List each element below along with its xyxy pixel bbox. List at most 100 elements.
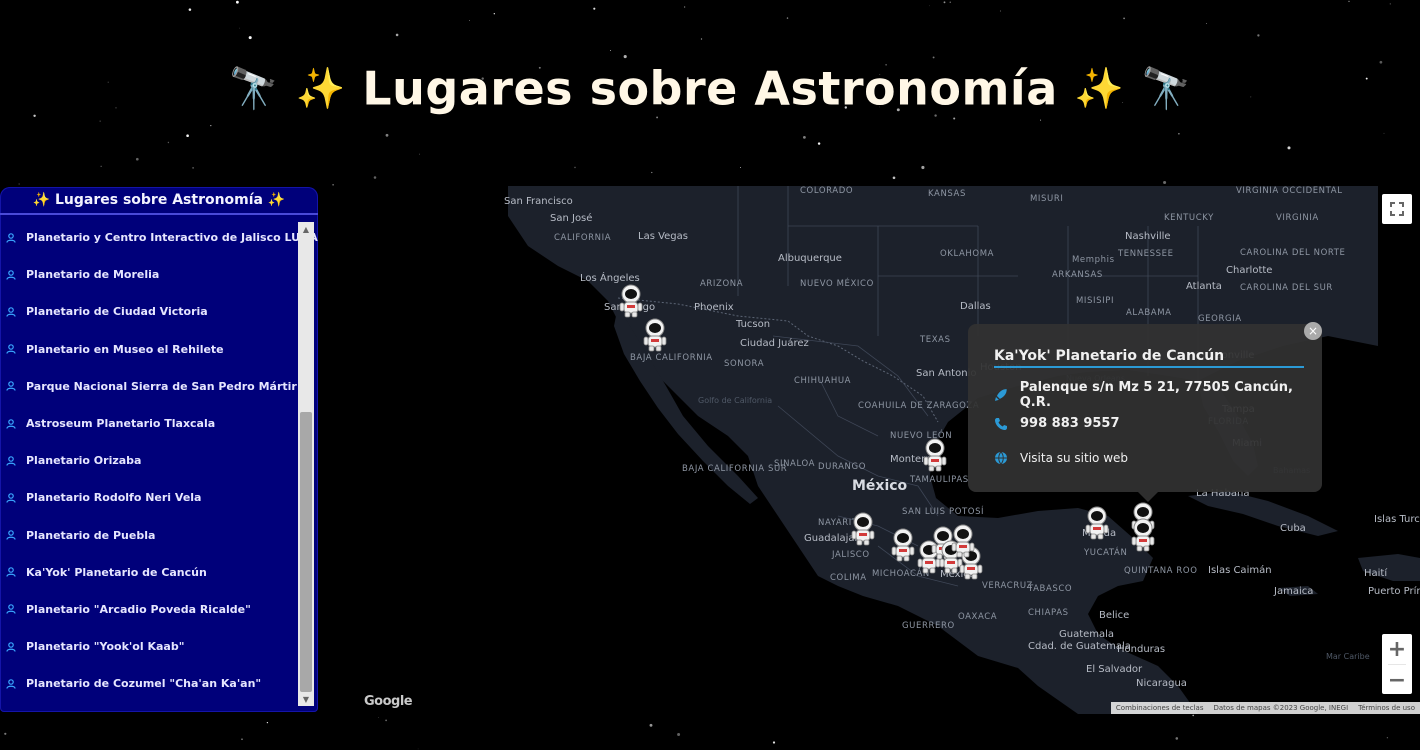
fullscreen-button[interactable]: [1382, 194, 1412, 224]
map-state-label-sonora: SONORA: [724, 359, 765, 369]
map-label-dallas: Dallas: [960, 301, 991, 312]
astronaut-marker-icon[interactable]: [950, 524, 976, 558]
google-logo[interactable]: Google: [364, 694, 413, 709]
sidebar-item-label: Planetario de Cozumel "Cha'an Ka'an": [26, 677, 262, 691]
map-label-las-vegas: Las Vegas: [638, 231, 688, 242]
zoom-control: + −: [1382, 634, 1412, 694]
sidebar-item-label: Planetario en Museo el Rehilete: [26, 342, 224, 356]
place-address: Palenque s/n Mz 5 21, 77505 Cancún, Q.R.: [1019, 380, 1293, 410]
map-state-label-carolina-norte: CAROLINA DEL NORTE: [1240, 248, 1346, 258]
astronaut-marker-icon[interactable]: [1130, 518, 1156, 552]
astronaut-marker-icon[interactable]: [1084, 506, 1110, 540]
scroll-up-arrow-icon[interactable]: ▲: [298, 222, 314, 236]
astronaut-marker-icon[interactable]: [890, 528, 916, 562]
map-label-phoenix: Phoenix: [694, 302, 734, 313]
scroll-down-arrow-icon[interactable]: ▼: [298, 692, 314, 706]
scrollbar-thumb[interactable]: [300, 412, 312, 692]
place-info-window: × Ka'Yok' Planetario de Cancún Palenque …: [968, 322, 1322, 502]
sidebar-item-label: Ka'Yok' Planetario de Cancún: [26, 565, 207, 579]
person-pin-icon: [6, 604, 16, 615]
person-pin-icon: [6, 493, 16, 503]
map-attribution: Combinaciones de teclas Datos de mapas ©…: [1110, 702, 1420, 714]
map-data-attribution: Datos de mapas ©2023 Google, INEGI: [1213, 704, 1349, 712]
sidebar-item-label: Planetario de Puebla: [26, 528, 156, 542]
map-state-label-oklahoma: OKLAHOMA: [940, 249, 995, 259]
astronaut-marker-icon[interactable]: [618, 284, 644, 318]
map-state-label-colima: COLIMA: [830, 573, 867, 583]
map-label-nicaragua: Nicaragua: [1136, 678, 1187, 689]
sidebar-item[interactable]: Planetario de Ciudad Victoria: [0, 293, 296, 330]
person-pin-icon: [6, 232, 16, 243]
terms-of-use-link[interactable]: Términos de uso: [1353, 702, 1420, 714]
map-state-label-sinaloa: SINALOA: [774, 459, 816, 469]
person-pin-icon: [6, 269, 16, 280]
map-state-label-misuri: MISURI: [1030, 194, 1064, 204]
astronaut-marker-icon[interactable]: [850, 512, 876, 546]
map-view[interactable]: Sacramento San Francisco San José Las Vegas…: [318, 186, 1420, 714]
sidebar-item[interactable]: Planetario y Centro Interactivo de Jalis…: [0, 219, 318, 256]
person-pin-icon: [6, 381, 16, 392]
map-state-label-california: CALIFORNIA: [554, 233, 612, 243]
rocket-icon: [994, 389, 1007, 401]
zoom-out-button[interactable]: −: [1382, 665, 1412, 695]
person-pin-icon: [6, 455, 16, 466]
sidebar-item-label: Planetario "Yook'ol Kaab": [26, 640, 185, 654]
page-title: 🔭 ✨ Lugares sobre Astronomía ✨ 🔭: [0, 58, 1420, 116]
website-link[interactable]: Visita su sitio web: [1020, 451, 1128, 465]
astronaut-marker-icon[interactable]: [922, 438, 948, 472]
map-label-islas-turcas: Islas Turcas y Caicos: [1374, 514, 1420, 525]
map-label-guatemala: Guatemala: [1059, 629, 1115, 640]
map-label-ciudad-juarez: Ciudad Juárez: [740, 338, 809, 349]
place-address-row: Palenque s/n Mz 5 21, 77505 Cancún, Q.R.: [994, 380, 1322, 410]
map-label-puerto-principe: Puerto Príncipe: [1368, 586, 1420, 597]
person-pin-icon: [6, 641, 16, 652]
place-phone: 998 883 9557: [1020, 416, 1120, 431]
map-state-label-guerrero: GUERRERO: [902, 621, 955, 631]
telescope-icon: 🔭: [228, 66, 279, 112]
map-state-label-durango: DURANGO: [818, 462, 866, 472]
person-pin-icon: [6, 344, 16, 354]
sidebar-item[interactable]: Ka'Yok' Planetario de Cancún: [0, 554, 296, 591]
map-state-label-arizona: ARIZONA: [700, 279, 744, 289]
sidebar-item[interactable]: Planetario Orizaba: [0, 442, 296, 479]
map-label-islas-caiman: Islas Caimán: [1208, 565, 1272, 576]
sidebar-scrollbar[interactable]: ▲ ▼: [298, 222, 314, 706]
map-state-label-georgia: GEORGIA: [1198, 314, 1242, 324]
sidebar-item-label: Planetario de Morelia: [26, 268, 160, 282]
map-label-san-francisco: San Francisco: [504, 196, 573, 207]
map-state-label-baja-california: BAJA CALIFORNIA: [630, 353, 713, 363]
map-label-san-jose: San José: [550, 213, 593, 224]
map-state-label-tennessee: TENNESSEE: [1118, 249, 1174, 259]
place-phone-row: 998 883 9557: [994, 416, 1120, 431]
map-state-label-kansas: KANSAS: [928, 189, 966, 199]
map-label-golfo-california: Golfo de California: [698, 396, 773, 405]
keyboard-shortcuts-link[interactable]: Combinaciones de teclas: [1111, 702, 1209, 714]
sidebar-item[interactable]: Planetario "Arcadio Poveda Ricalde": [0, 591, 296, 628]
sidebar-item[interactable]: Astroseum Planetario Tlaxcala: [0, 405, 296, 442]
place-name: Ka'Yok' Planetario de Cancún: [994, 348, 1304, 368]
map-state-label-virginia-occ: VIRGINIA OCCIDENTAL: [1236, 186, 1343, 196]
astronaut-marker-icon[interactable]: [642, 318, 668, 352]
sidebar-item[interactable]: Planetario de Cozumel "Cha'an Ka'an": [0, 665, 296, 702]
globe-icon: [995, 451, 1007, 465]
map-label-charlotte: Charlotte: [1226, 265, 1273, 276]
place-website-row[interactable]: Visita su sitio web: [994, 451, 1128, 465]
places-sidebar: ✨ Lugares sobre Astronomía ✨ Planetario …: [0, 187, 318, 712]
map-state-label-tabasco: TABASCO: [1028, 584, 1073, 594]
sidebar-item-label: Planetario y Centro Interactivo de Jalis…: [26, 231, 318, 245]
sidebar-item[interactable]: Planetario en Museo el Rehilete: [0, 331, 296, 368]
map-state-label-alabama: ALABAMA: [1126, 308, 1172, 318]
sidebar-item[interactable]: Planetario de Puebla: [0, 517, 296, 554]
sidebar-item[interactable]: Parque Nacional Sierra de San Pedro Márt…: [0, 368, 297, 405]
map-state-label-chiapas: CHIAPAS: [1028, 608, 1069, 618]
sidebar-item[interactable]: Planetario de Morelia: [0, 256, 296, 293]
map-state-label-tamaulipas: TAMAULIPAS: [910, 475, 969, 485]
sidebar-item-label: Parque Nacional Sierra de San Pedro Márt…: [26, 379, 297, 393]
sidebar-item[interactable]: Planetario Rodolfo Neri Vela: [0, 479, 296, 516]
sidebar-item-label: Planetario Orizaba: [26, 454, 142, 468]
sidebar-item[interactable]: Planetario "Yook'ol Kaab": [0, 628, 296, 665]
map-label-mar-caribe: Mar Caribe: [1326, 652, 1370, 661]
map-label-el-salvador: El Salvador: [1086, 664, 1143, 675]
close-icon[interactable]: ×: [1304, 322, 1322, 340]
zoom-in-button[interactable]: +: [1382, 634, 1412, 664]
